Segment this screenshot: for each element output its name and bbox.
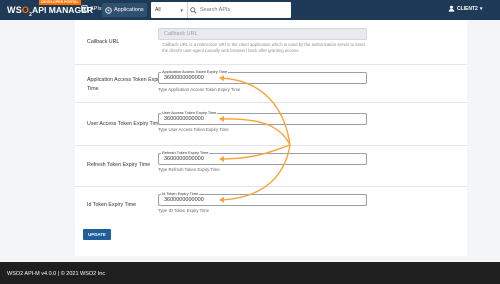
top-navigation-bar: WSO2 API MANAGER DEVELOPER PORTAL APIs A…: [0, 0, 500, 20]
nav-applications[interactable]: Applications: [102, 3, 147, 17]
search-placeholder: Search APIs: [200, 7, 231, 13]
application-access-token-label-line2: Time: [87, 86, 99, 92]
user-icon: [448, 5, 455, 12]
user-access-token-helper: Type User Access Token Expiry Time: [158, 127, 229, 132]
chevron-down-icon: ▾: [180, 8, 183, 14]
user-name: CLIENT2: [457, 5, 478, 12]
refresh-token-label: Refresh Token Expiry Time: [87, 162, 151, 168]
callback-url-helper: Callback URL is a redirection URI in the…: [162, 42, 365, 53]
application-access-token-legend: Application Access Token Expiry Time: [161, 69, 229, 74]
search-input[interactable]: Search APIs: [190, 2, 290, 18]
nav-applications-label: Applications: [114, 7, 144, 13]
divider: [75, 145, 467, 146]
user-menu[interactable]: CLIENT2 ▾: [448, 5, 482, 12]
application-access-token-label: Application Access Token Expiry Time: [87, 76, 163, 94]
divider: [75, 186, 467, 187]
footer-text: WSO2 API-M v4.0.0 | © 2021 WSO2 Inc: [7, 271, 106, 277]
id-token-legend: Id Token Expiry Time: [161, 191, 200, 196]
application-keys-form: Callback URL Callback URL Callback URL i…: [75, 20, 467, 256]
page-footer: WSO2 API-M v4.0.0 | © 2021 WSO2 Inc: [0, 262, 500, 284]
update-button[interactable]: UPDATE: [83, 229, 111, 240]
callback-url-label: Callback URL: [87, 39, 120, 45]
refresh-token-legend: Refresh Token Expiry Time: [161, 150, 210, 155]
applications-icon: [105, 6, 112, 14]
developer-portal-badge: DEVELOPER PORTAL: [39, 0, 81, 5]
user-access-token-label: User Access Token Expiry Time: [87, 121, 162, 127]
apis-icon: [81, 5, 88, 12]
id-token-label: Id Token Expiry Time: [87, 202, 137, 208]
divider: [75, 64, 467, 65]
callback-url-input[interactable]: Callback URL: [158, 28, 367, 40]
user-access-token-legend: User Access Token Expiry Time: [161, 110, 218, 115]
divider: [75, 102, 467, 103]
application-access-token-label-line1: Application Access Token Expiry: [87, 77, 163, 83]
search-icon: [190, 6, 197, 14]
nav-apis[interactable]: APIs: [81, 5, 102, 12]
search-bar: All ▾ Search APIs: [151, 2, 291, 18]
search-scope-select[interactable]: All ▾: [151, 2, 188, 18]
application-access-token-helper: Type Application Access Token Expiry Tim…: [158, 87, 241, 92]
nav-apis-label: APIs: [90, 5, 102, 12]
id-token-helper: Type ID Token Expiry Time: [158, 208, 210, 213]
refresh-token-helper: Type Refresh Token Expiry Time: [158, 167, 220, 172]
search-scope-value: All: [155, 7, 161, 13]
chevron-down-icon: ▾: [479, 5, 483, 12]
logo-wso2: WSO2: [7, 5, 33, 18]
